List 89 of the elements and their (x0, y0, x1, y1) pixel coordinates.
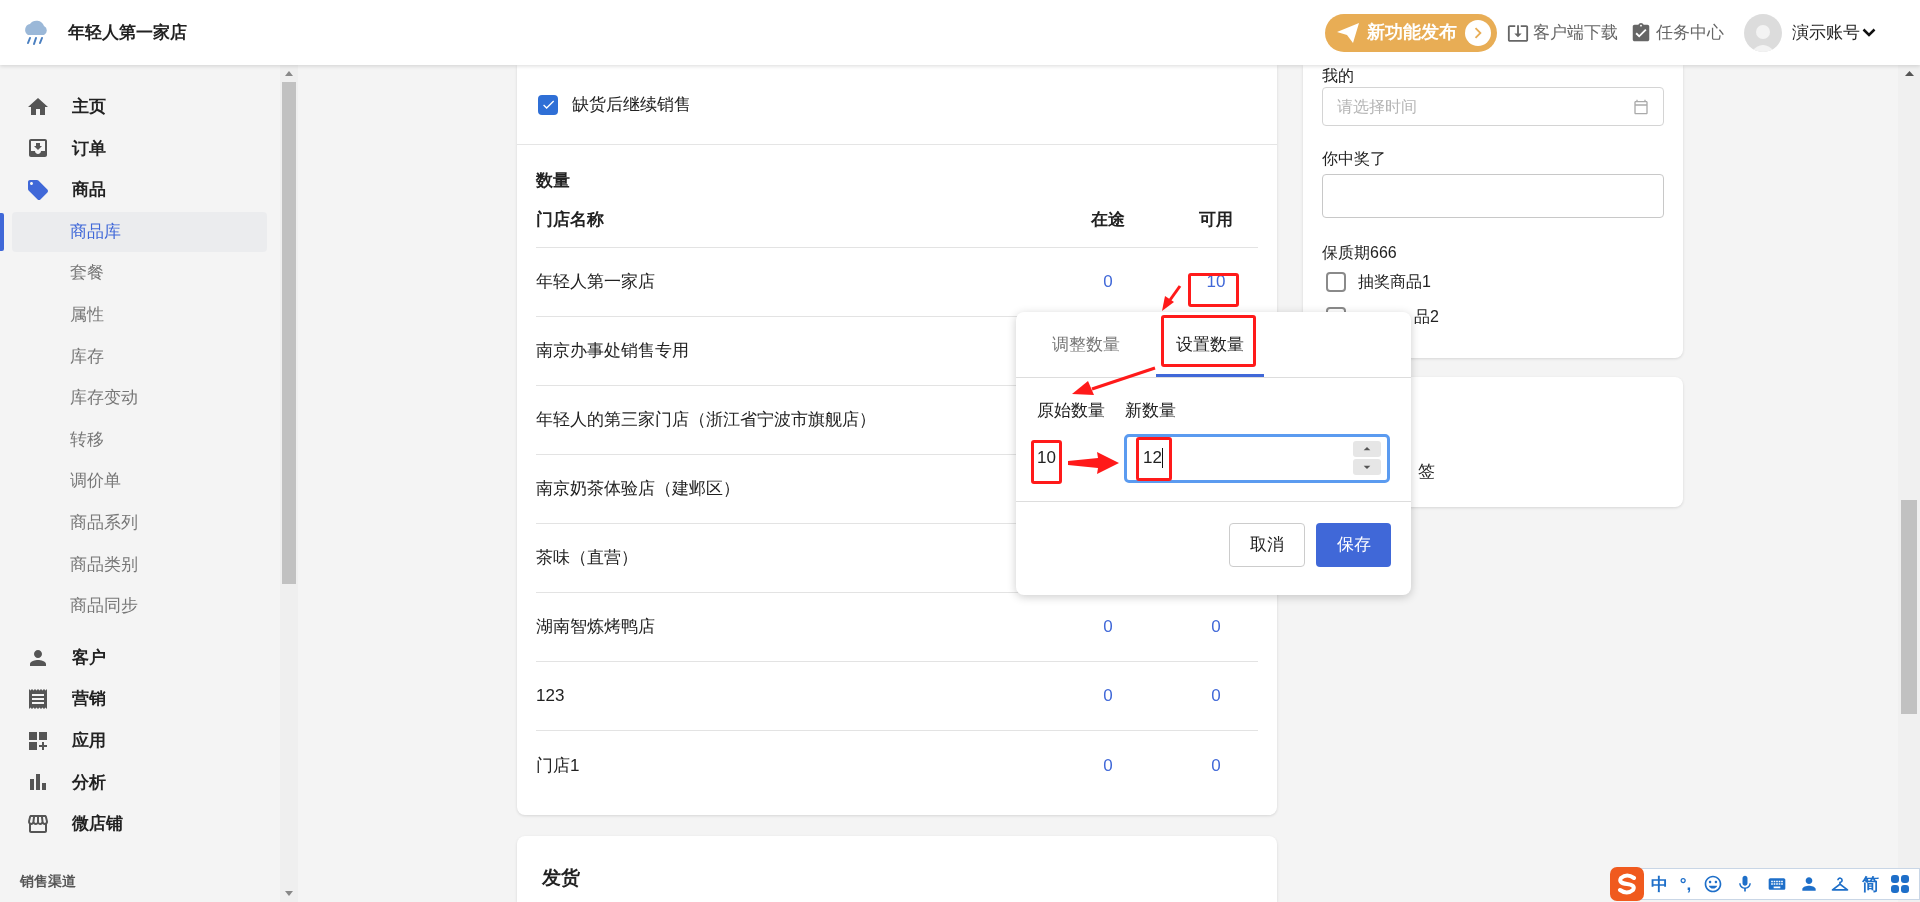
active-indicator (0, 212, 4, 251)
sidebar-subitem[interactable]: 转移 (12, 419, 267, 460)
paper-plane-icon (1337, 22, 1359, 43)
field-label: 原始数量 (1037, 400, 1105, 422)
sidebar-item[interactable]: 主页 (0, 86, 280, 128)
annotation-arrow (1162, 285, 1182, 311)
emoji-icon[interactable] (1703, 874, 1724, 894)
store-name-cell-text: 湖南智炼烤鸭店 (536, 616, 656, 639)
original-quantity: 10 (1037, 447, 1056, 470)
sidebar-item[interactable]: 应用 (0, 719, 280, 762)
decrement-icon[interactable] (1353, 459, 1381, 475)
checkbox-label: 抽奖商品1 (1358, 271, 1431, 292)
sidebar-subitem[interactable]: 商品同步 (12, 585, 267, 626)
field-label: 保质期666 (1322, 243, 1398, 263)
store-name: 年轻人第一家店 (68, 21, 187, 44)
ime-logo[interactable] (1610, 867, 1644, 901)
ime-key[interactable]: °, (1679, 875, 1692, 893)
tag-icon (26, 178, 50, 202)
field-label: 新数量 (1125, 400, 1176, 422)
receipt-icon (26, 687, 50, 712)
ime-key[interactable]: 中 (1650, 875, 1668, 893)
column-header: 在途 (1090, 208, 1126, 231)
store-name-cell-text: 南京办事处销售专用 (536, 340, 690, 363)
annotation-box (1136, 437, 1172, 481)
account-menu[interactable]: 演示账号 (1792, 19, 1876, 46)
available-link[interactable]: 0 (1211, 614, 1221, 640)
store-name-cell-text: 南京奶茶体验店（建邺区） (536, 478, 741, 501)
grid-icon[interactable] (1891, 875, 1910, 893)
in-transit-link[interactable]: 0 (1103, 614, 1113, 640)
text-field[interactable] (1322, 174, 1664, 218)
field-label: 你中奖了 (1322, 149, 1387, 169)
checkbox[interactable] (1326, 271, 1346, 292)
available-link[interactable]: 0 (1211, 683, 1221, 709)
clipboard-check-icon (1630, 21, 1652, 44)
download-link[interactable]: 客户端下载 (1507, 19, 1618, 46)
section-title: 数量 (536, 170, 571, 192)
card-text: 签 (1418, 462, 1435, 481)
sidebar-item[interactable]: 营销 (0, 678, 280, 720)
store-name-cell-text: 门店1 (536, 754, 581, 777)
scroll-down-icon[interactable] (285, 891, 293, 896)
sidebar-subitem[interactable]: 调价单 (12, 461, 267, 502)
caret-icon (1862, 28, 1876, 37)
field-label: 我的 (1322, 66, 1355, 86)
annotation-box (1031, 440, 1062, 484)
scrollbar[interactable] (280, 65, 298, 902)
ime-key[interactable]: 简 (1862, 875, 1880, 893)
sidebar-subitem[interactable]: 商品系列 (12, 502, 267, 543)
in-transit-link[interactable]: 0 (1103, 683, 1113, 709)
sidebar-subitem[interactable]: 库存变动 (12, 377, 267, 418)
chevron-icon (1465, 19, 1491, 46)
sidebar-item[interactable]: 微店铺 (0, 803, 280, 845)
cancel-button[interactable]: 取消 (1229, 522, 1305, 567)
tab[interactable]: 设置数量 (1156, 311, 1264, 377)
scrollbar[interactable] (1898, 65, 1920, 902)
tasks-link[interactable]: 任务中心 (1630, 19, 1724, 46)
scrollbar-thumb[interactable] (282, 82, 296, 584)
column-header: 门店名称 (536, 208, 605, 231)
in-transit-link[interactable]: 0 (1103, 752, 1113, 779)
save-button[interactable]: 保存 (1316, 522, 1391, 567)
sidebar-item[interactable]: 商品 (0, 169, 280, 211)
in-transit-link[interactable]: 0 (1103, 269, 1113, 295)
tab[interactable]: 调整数量 (1032, 311, 1140, 377)
section-title: 发货 (542, 867, 580, 888)
checkbox-label: 缺货后继续销售 (572, 93, 691, 116)
available-link[interactable]: 0 (1211, 752, 1221, 779)
sidebar-item[interactable]: 客户 (0, 636, 280, 679)
store-name-cell-text: 年轻人的第三家门店（浙江省宁波市旗舰店） (536, 409, 877, 432)
column-header: 可用 (1198, 208, 1234, 231)
checkbox-label: 品2 (1414, 306, 1439, 327)
store-name-cell-text: 123 (536, 685, 566, 708)
increment-icon[interactable] (1353, 441, 1381, 457)
sidebar-subitem[interactable]: 属性 (12, 294, 267, 335)
sidebar-subitem[interactable]: 商品类别 (12, 544, 267, 585)
sidebar-item[interactable]: 分析 (0, 761, 280, 804)
store-name-cell-text: 茶味（直营） (536, 547, 639, 570)
section-label: 销售渠道 (18, 872, 77, 891)
scrollbar-thumb[interactable] (1901, 500, 1917, 714)
store-name-cell-text: 年轻人第一家店 (536, 271, 656, 294)
annotation-arrow (1068, 452, 1119, 474)
checkbox[interactable] (538, 94, 558, 115)
scroll-up-icon[interactable] (1904, 71, 1914, 76)
annotation-box (1188, 273, 1239, 307)
calendar-icon (1633, 98, 1649, 115)
sidebar-subitem[interactable]: 商品库 (12, 211, 267, 252)
sidebar-item[interactable]: 订单 (0, 127, 280, 170)
sidebar-subitem[interactable]: 库存 (12, 336, 267, 377)
scroll-up-icon[interactable] (285, 71, 293, 76)
quantity-input[interactable]: 12 (1123, 433, 1390, 483)
sidebar-subitem[interactable]: 套餐 (12, 253, 267, 294)
